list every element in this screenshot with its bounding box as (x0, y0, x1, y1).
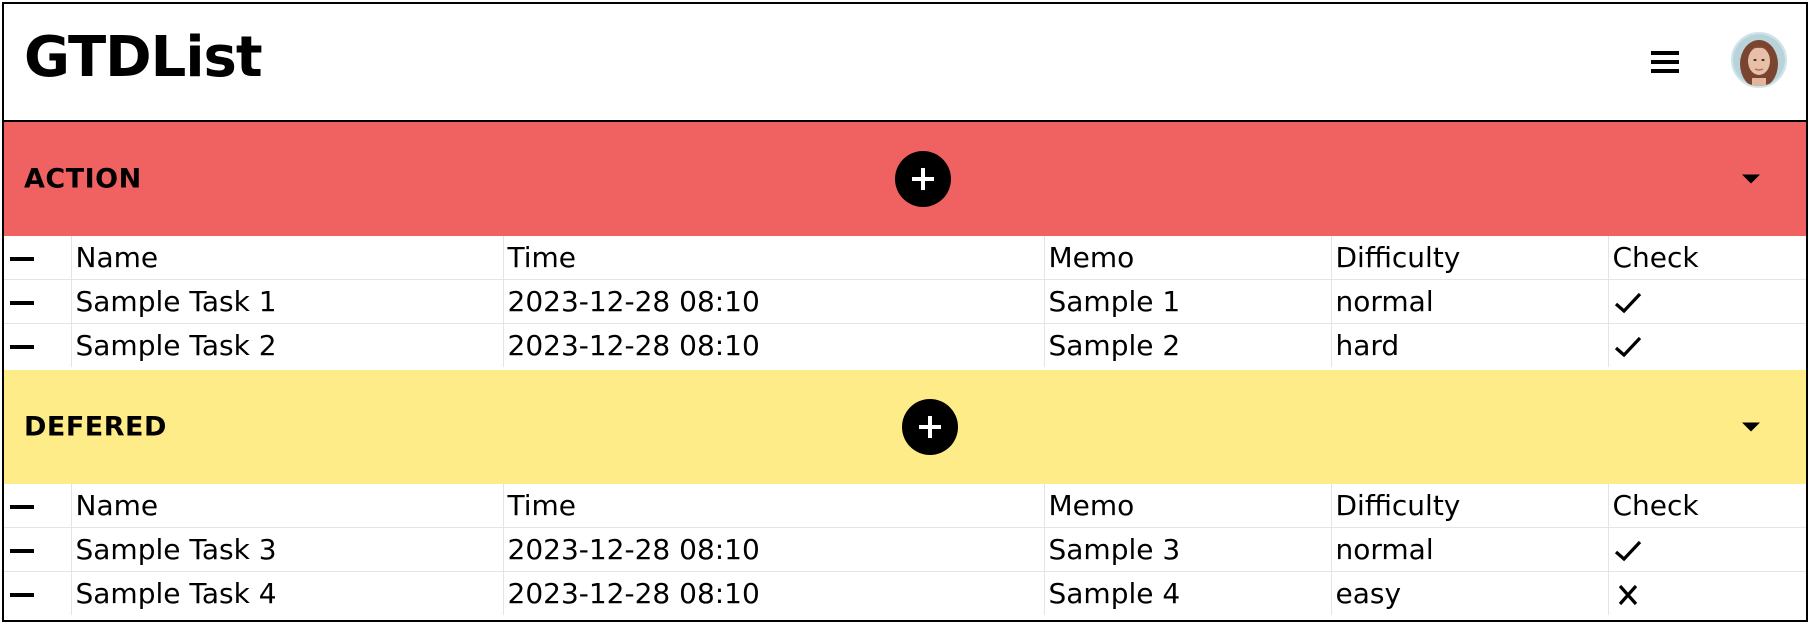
task-check-cell (1607, 323, 1806, 367)
remove-cell[interactable] (4, 572, 71, 616)
section-bar-action: ACTION (4, 122, 1806, 236)
remove-cell[interactable] (4, 324, 71, 368)
task-memo: Sample 1 (1043, 279, 1331, 324)
check-icon[interactable] (1613, 290, 1643, 316)
task-table-defered: Name Time Memo Difficulty Check Sample T… (4, 484, 1806, 615)
table-header-row: Name Time Memo Difficulty Check (4, 484, 1806, 528)
task-table-action: Name Time Memo Difficulty Check Sample T… (4, 236, 1806, 367)
task-difficulty: normal (1330, 279, 1608, 324)
column-header-name: Name (70, 236, 503, 280)
app-window: GTDList ACTION Name Time Memo Difficulty… (2, 2, 1808, 622)
table-row: Sample Task 1 2023-12-28 08:10 Sample 1 … (4, 279, 1806, 324)
task-time: 2023-12-28 08:10 (502, 571, 1044, 615)
caret-down-icon[interactable] (1742, 174, 1760, 184)
column-header-difficulty: Difficulty (1330, 484, 1608, 528)
column-header-time: Time (502, 236, 1044, 280)
task-difficulty: easy (1330, 571, 1608, 615)
minus-icon[interactable] (10, 345, 34, 349)
task-memo: Sample 4 (1043, 571, 1331, 615)
check-icon[interactable] (1613, 334, 1643, 360)
avatar[interactable] (1731, 32, 1787, 88)
task-time: 2023-12-28 08:10 (502, 279, 1044, 324)
remove-all-cell[interactable] (4, 484, 71, 528)
section-title-action: ACTION (24, 163, 142, 195)
column-header-check: Check (1607, 236, 1806, 280)
task-difficulty: normal (1330, 527, 1608, 572)
task-check-cell (1607, 571, 1806, 615)
task-name: Sample Task 3 (70, 527, 503, 572)
cross-icon[interactable] (1613, 582, 1643, 608)
task-memo: Sample 3 (1043, 527, 1331, 572)
avatar-image (1733, 34, 1785, 86)
task-name: Sample Task 4 (70, 571, 503, 615)
section-bar-defered: DEFERED (4, 370, 1806, 484)
app-header: GTDList (4, 4, 1806, 122)
check-icon[interactable] (1613, 538, 1643, 564)
add-task-button-defered[interactable] (902, 399, 958, 455)
minus-icon[interactable] (10, 257, 34, 261)
minus-icon[interactable] (10, 301, 34, 305)
table-row: Sample Task 2 2023-12-28 08:10 Sample 2 … (4, 323, 1806, 368)
table-row: Sample Task 3 2023-12-28 08:10 Sample 3 … (4, 527, 1806, 572)
table-header-row: Name Time Memo Difficulty Check (4, 236, 1806, 280)
remove-all-cell[interactable] (4, 236, 71, 280)
minus-icon[interactable] (10, 549, 34, 553)
minus-icon[interactable] (10, 593, 34, 597)
task-check-cell (1607, 279, 1806, 324)
column-header-difficulty: Difficulty (1330, 236, 1608, 280)
minus-icon[interactable] (10, 505, 34, 509)
remove-cell[interactable] (4, 279, 71, 324)
column-header-memo: Memo (1043, 484, 1331, 528)
add-task-button-action[interactable] (895, 151, 951, 207)
column-header-time: Time (502, 484, 1044, 528)
task-time: 2023-12-28 08:10 (502, 527, 1044, 572)
task-name: Sample Task 2 (70, 323, 503, 367)
hamburger-icon[interactable] (1651, 51, 1679, 73)
task-memo: Sample 2 (1043, 323, 1331, 367)
column-header-memo: Memo (1043, 236, 1331, 280)
caret-down-icon[interactable] (1742, 422, 1760, 432)
task-name: Sample Task 1 (70, 279, 503, 324)
remove-cell[interactable] (4, 527, 71, 572)
table-row: Sample Task 4 2023-12-28 08:10 Sample 4 … (4, 571, 1806, 616)
task-check-cell (1607, 527, 1806, 572)
task-difficulty: hard (1330, 323, 1608, 367)
app-title: GTDList (24, 25, 263, 90)
column-header-name: Name (70, 484, 503, 528)
section-title-defered: DEFERED (24, 411, 167, 443)
task-time: 2023-12-28 08:10 (502, 323, 1044, 367)
column-header-check: Check (1607, 484, 1806, 528)
